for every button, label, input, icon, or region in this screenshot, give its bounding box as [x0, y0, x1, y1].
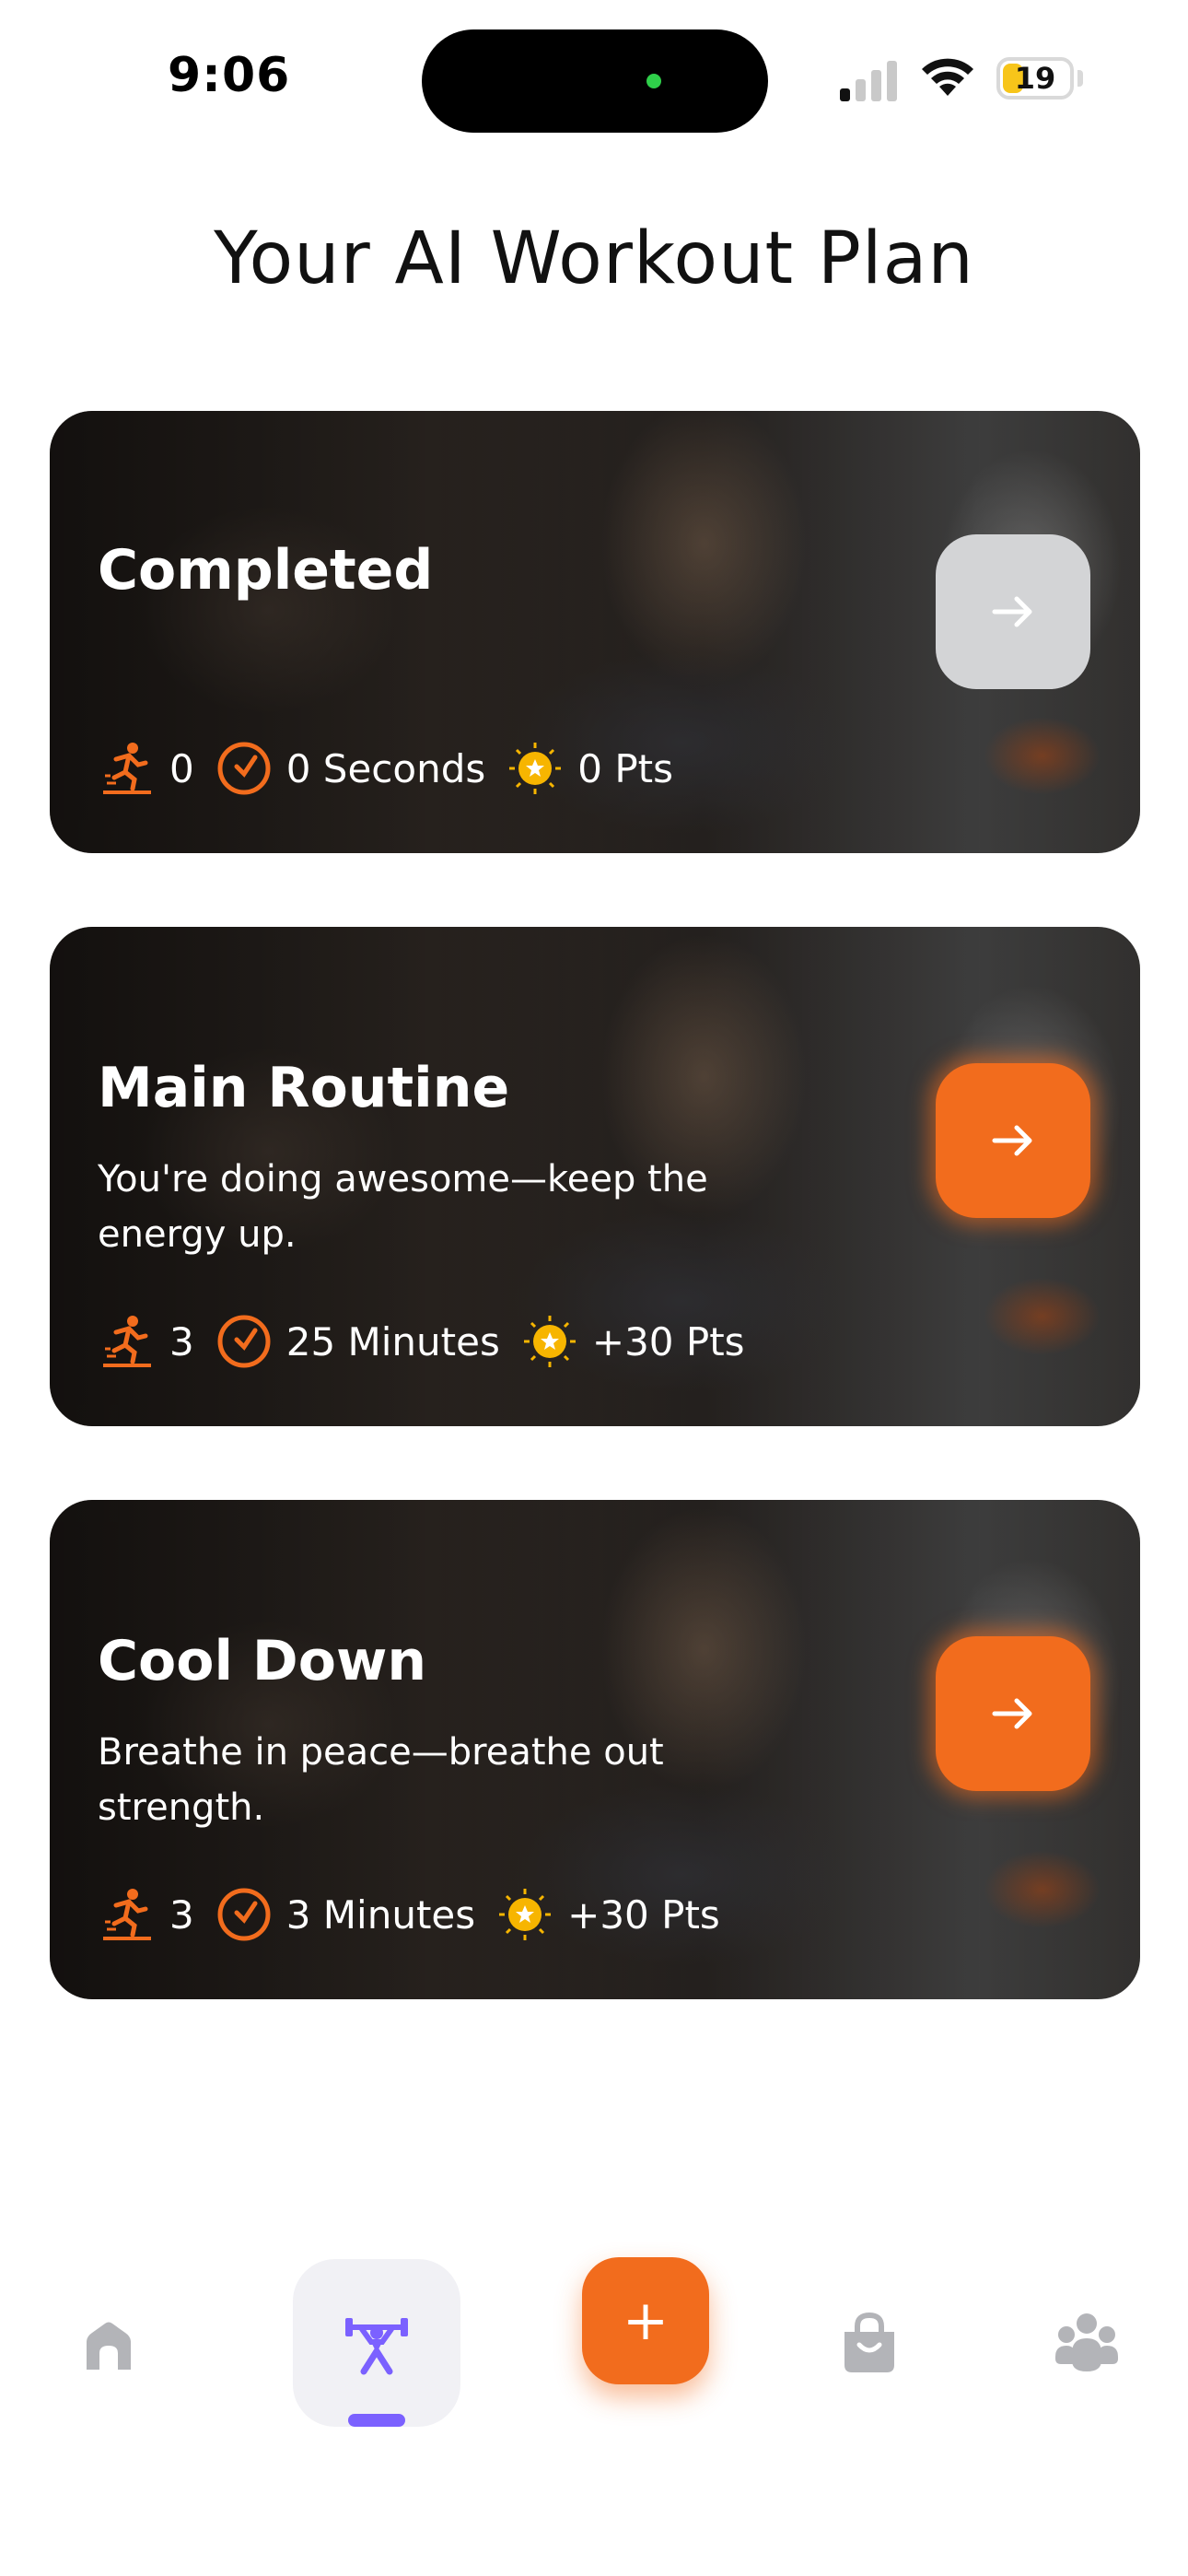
- clock-icon: [217, 742, 271, 795]
- duration: 0 Seconds: [285, 745, 486, 791]
- tab-community[interactable]: [1048, 2305, 1125, 2383]
- exercise-runner-icon: [103, 1316, 151, 1367]
- workout-icon: [345, 2318, 408, 2375]
- community-icon: [1055, 2313, 1118, 2371]
- card-subtitle: Breathe in peace—breathe out strength.: [98, 1731, 664, 1829]
- dynamic-island: [422, 29, 768, 133]
- workout-card-cool-down[interactable]: Cool Down Breathe in peace—breathe out s…: [50, 1500, 1140, 1999]
- tab-workout[interactable]: [340, 2307, 413, 2381]
- card-stats: 0 0 Seconds 0 Pts: [98, 739, 681, 798]
- card-title: Completed: [98, 538, 434, 603]
- exercise-count: 3: [169, 1318, 194, 1364]
- arrow-right-icon: [992, 1698, 1032, 1729]
- workout-card-completed[interactable]: Completed 0 0 Seconds 0 Pts: [50, 411, 1140, 853]
- clock-icon: [217, 1315, 271, 1368]
- exercise-count: 3: [169, 1891, 194, 1938]
- card-subtitle: You're doing awesome—keep the energy up.: [98, 1158, 708, 1256]
- points: +30 Pts: [567, 1891, 720, 1938]
- card-stats: 3 3 Minutes +30 Pts: [98, 1885, 728, 1944]
- exercise-count: 0: [169, 745, 194, 791]
- tab-home[interactable]: [72, 2309, 146, 2383]
- duration: 25 Minutes: [285, 1318, 500, 1364]
- battery-cap: [1077, 70, 1083, 87]
- star-badge-icon: [509, 743, 562, 794]
- card-title: Cool Down: [98, 1629, 427, 1693]
- active-tab-indicator: [348, 2414, 405, 2427]
- points: +30 Pts: [591, 1318, 745, 1364]
- arrow-right-icon: [992, 596, 1032, 627]
- wifi-icon: [922, 58, 973, 96]
- workout-card-main-routine[interactable]: Main Routine You're doing awesome—keep t…: [50, 927, 1140, 1426]
- add-button[interactable]: +: [582, 2257, 709, 2384]
- battery-icon: 19: [996, 57, 1074, 100]
- start-button-completed[interactable]: [936, 534, 1090, 689]
- tab-shop[interactable]: [833, 2305, 906, 2383]
- battery-level: 19: [1014, 61, 1056, 96]
- status-time: 9:06: [168, 48, 291, 103]
- shop-bag-icon: [844, 2312, 894, 2372]
- card-stats: 3 25 Minutes +30 Pts: [98, 1312, 752, 1371]
- star-badge-icon: [499, 1889, 552, 1940]
- camera-indicator-dot: [646, 74, 661, 88]
- exercise-runner-icon: [103, 1889, 151, 1940]
- duration: 3 Minutes: [285, 1891, 476, 1938]
- start-button-cool-down[interactable]: [936, 1636, 1090, 1791]
- arrow-right-icon: [992, 1125, 1032, 1156]
- clock-icon: [217, 1888, 271, 1941]
- screen: 9:06 19 Your AI Workout Plan Completed 0…: [0, 0, 1188, 2576]
- start-button-main-routine[interactable]: [936, 1063, 1090, 1218]
- cellular-signal-icon: [840, 61, 897, 101]
- home-icon: [87, 2322, 131, 2370]
- points: 0 Pts: [577, 745, 674, 791]
- card-title: Main Routine: [98, 1056, 510, 1120]
- page-title: Your AI Workout Plan: [214, 217, 974, 300]
- exercise-runner-icon: [103, 743, 151, 794]
- star-badge-icon: [523, 1316, 576, 1367]
